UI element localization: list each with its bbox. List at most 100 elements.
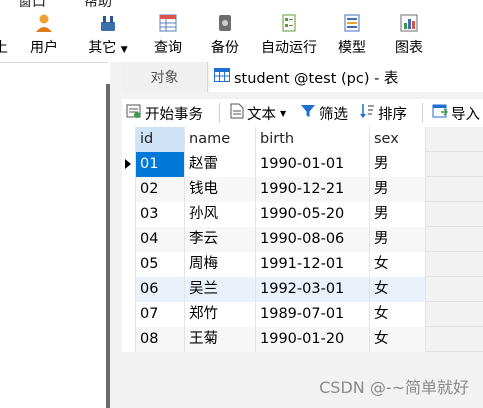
query-button[interactable]: 查询 (150, 8, 186, 62)
text-button[interactable]: 文本 ▼ (230, 102, 286, 124)
import-label: 导入 (451, 106, 480, 123)
divider (422, 103, 423, 123)
column-header-sex[interactable]: sex (370, 127, 426, 152)
cell-birth[interactable]: 1990-12-21 (256, 177, 370, 202)
cell-name[interactable]: 赵雷 (185, 152, 256, 177)
table-row[interactable]: 07 郑竹 1989-07-01 女 (122, 302, 483, 327)
cell-name[interactable]: 郑竹 (185, 302, 256, 327)
chart-button[interactable]: 图表 (391, 8, 427, 62)
cell-birth[interactable]: 1989-07-01 (256, 302, 370, 327)
cell-id[interactable]: 08 (136, 327, 185, 352)
column-header-name[interactable]: name (185, 127, 256, 152)
cell-birth[interactable]: 1991-12-01 (256, 252, 370, 277)
cell-sex[interactable]: 男 (370, 227, 426, 252)
table-toolbar: 开始事务 文本 ▼ 筛选 排序 导入 (122, 99, 483, 127)
tab-bar: 对象 student @test (pc) - 表 (122, 62, 483, 92)
sort-label: 排序 (378, 106, 407, 123)
cell-sex[interactable]: 女 (370, 327, 426, 352)
dropdown-arrow-icon: ▼ (280, 108, 287, 118)
dropdown-arrow-icon: ▼ (120, 45, 128, 55)
row-indicator (122, 302, 136, 327)
backup-button[interactable]: 备份 (207, 8, 243, 62)
user-icon (33, 12, 55, 34)
table-row[interactable]: 04 李云 1990-08-06 男 (122, 227, 483, 252)
filter-funnel-icon (300, 103, 316, 123)
cell-birth[interactable]: 1990-01-20 (256, 327, 370, 352)
cell-name[interactable]: 周梅 (185, 252, 256, 277)
row-indicator (122, 327, 136, 352)
panel-splitter[interactable] (106, 84, 110, 408)
begin-transaction-label: 开始事务 (145, 106, 203, 123)
filter-button[interactable]: 筛选 (300, 102, 348, 124)
row-indicator (122, 177, 136, 202)
table-row[interactable]: 01 赵雷 1990-01-01 男 (122, 152, 483, 177)
import-button[interactable]: 导入 (432, 102, 480, 124)
table-row[interactable]: 06 吴兰 1992-03-01 女 (122, 277, 483, 302)
cell-birth[interactable]: 1992-03-01 (256, 277, 370, 302)
row-indicator (122, 127, 136, 152)
cell-id[interactable]: 05 (136, 252, 185, 277)
table-row[interactable]: 08 王菊 1990-01-20 女 (122, 327, 483, 352)
begin-transaction-button[interactable]: 开始事务 (126, 102, 203, 124)
tab-objects[interactable]: 对象 (122, 62, 208, 92)
model-button[interactable]: 模型 (334, 8, 370, 62)
filter-label: 筛选 (319, 106, 348, 123)
cell-name[interactable]: 王菊 (185, 327, 256, 352)
divider (0, 62, 108, 63)
cell-id[interactable]: 07 (136, 302, 185, 327)
cell-name[interactable]: 李云 (185, 227, 256, 252)
cell-sex[interactable]: 女 (370, 302, 426, 327)
table-icon (214, 67, 230, 87)
cell-sex[interactable]: 男 (370, 177, 426, 202)
automation-button[interactable]: 自动运行 (256, 8, 322, 62)
text-label: 文本 (247, 106, 276, 123)
cell-name[interactable]: 钱电 (185, 177, 256, 202)
current-row-arrow-icon (125, 159, 131, 169)
sort-icon (359, 103, 375, 123)
query-grid-icon (157, 12, 179, 34)
users-button[interactable]: 用户 (22, 8, 66, 62)
watermark: CSDN @-~简单就好 (319, 378, 469, 397)
cell-name[interactable]: 吴兰 (185, 277, 256, 302)
cell-sex[interactable]: 男 (370, 202, 426, 227)
cell-birth[interactable]: 1990-05-20 (256, 202, 370, 227)
tab-objects-label: 对象 (150, 70, 179, 86)
cell-id[interactable]: 02 (136, 177, 185, 202)
others-button[interactable]: 其它 ▼ (88, 8, 128, 62)
column-header-id[interactable]: id (136, 127, 185, 152)
data-grid: id name birth sex 01 赵雷 1990-01-01 男 02 … (122, 127, 483, 352)
cell-sex[interactable]: 女 (370, 277, 426, 302)
main-toolbar: 上 用户 其它 ▼ 查询 备份 自动运行 模型 图表 (0, 8, 483, 62)
table-row[interactable]: 03 孙风 1990-05-20 男 (122, 202, 483, 227)
cell-id[interactable]: 04 (136, 227, 185, 252)
row-indicator (122, 227, 136, 252)
tab-student-table[interactable]: student @test (pc) - 表 (209, 62, 483, 92)
navigation-panel[interactable] (0, 62, 108, 408)
cell-birth[interactable]: 1990-01-01 (256, 152, 370, 177)
chart-icon (398, 12, 420, 34)
table-row[interactable]: 05 周梅 1991-12-01 女 (122, 252, 483, 277)
row-indicator (122, 252, 136, 277)
cell-sex[interactable]: 女 (370, 252, 426, 277)
cell-id[interactable]: 01 (136, 152, 185, 177)
cell-birth[interactable]: 1990-08-06 (256, 227, 370, 252)
cell-id[interactable]: 03 (136, 202, 185, 227)
sort-button[interactable]: 排序 (359, 102, 407, 124)
tools-icon (97, 12, 119, 34)
transaction-icon (126, 103, 142, 123)
text-doc-icon (230, 103, 244, 123)
cell-id[interactable]: 06 (136, 277, 185, 302)
cell-name[interactable]: 孙风 (185, 202, 256, 227)
users-label: 用户 (30, 40, 58, 56)
table-row[interactable]: 02 钱电 1990-12-21 男 (122, 177, 483, 202)
row-indicator (122, 202, 136, 227)
query-label: 查询 (154, 40, 182, 56)
row-indicator (122, 152, 136, 177)
cell-sex[interactable]: 男 (370, 152, 426, 177)
column-header-birth[interactable]: birth (256, 127, 370, 152)
row-indicator (122, 277, 136, 302)
others-label: 其它 ▼ (88, 40, 128, 56)
model-label: 模型 (338, 40, 366, 56)
toolbar-partial-button[interactable]: 上 (0, 8, 8, 62)
divider (219, 103, 220, 123)
